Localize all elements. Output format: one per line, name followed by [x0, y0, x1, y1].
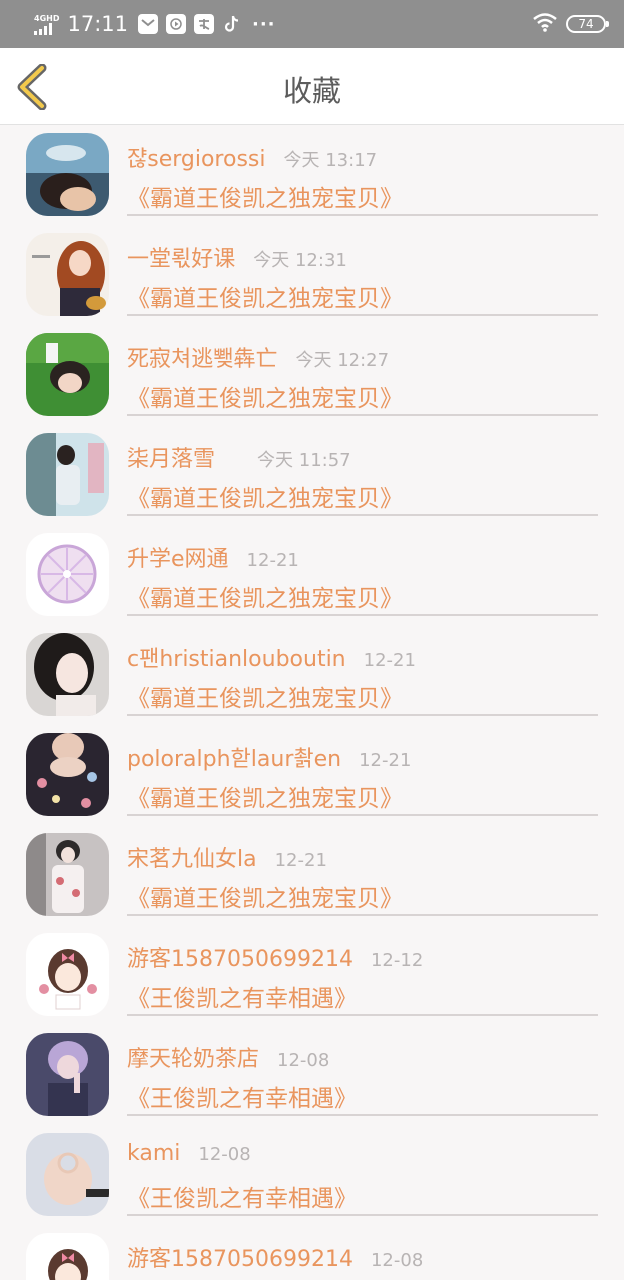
- book-title[interactable]: 《霸道王俊凯之独宠宝贝》: [127, 879, 403, 913]
- username: 升学e网通: [127, 547, 229, 572]
- avatar[interactable]: [26, 233, 109, 316]
- username: kami: [127, 1141, 181, 1166]
- avatar[interactable]: [26, 933, 109, 1016]
- timestamp: 12-08: [370, 1250, 424, 1271]
- book-title[interactable]: 《霸道王俊凯之独宠宝贝》: [127, 379, 403, 413]
- list-item[interactable]: c팬hristianlouboutin 12-21 《霸道王俊凯之独宠宝贝》: [0, 625, 624, 725]
- timestamp: 12-21: [363, 650, 416, 671]
- username: c팬hristianlouboutin: [127, 647, 346, 672]
- username: 쟎sergiorossi: [127, 147, 266, 172]
- avatar[interactable]: [26, 833, 109, 916]
- list-item[interactable]: 宋茗九仙女la 12-21 《霸道王俊凯之独宠宝贝》: [0, 825, 624, 925]
- timestamp: 今天 12:27: [295, 350, 390, 371]
- username: 死寂쳐逃뾎犇亡: [127, 347, 278, 372]
- timestamp: 今天 13:17: [283, 150, 378, 171]
- avatar[interactable]: [26, 533, 109, 616]
- timestamp: 今天 11:57: [257, 450, 351, 471]
- book-title[interactable]: 《霸道王俊凯之独宠宝贝》: [127, 779, 403, 813]
- clock: 17:11: [67, 12, 128, 36]
- list-item[interactable]: poloralph핟laur촭en 12-21 《霸道王俊凯之独宠宝贝》: [0, 725, 624, 825]
- username: poloralph핟laur촭en: [127, 747, 342, 772]
- avatar[interactable]: [26, 1133, 109, 1216]
- battery-indicator: 74: [566, 15, 609, 33]
- wifi-icon: [532, 12, 558, 36]
- book-title[interactable]: 《霸道王俊凯之独宠宝贝》: [127, 179, 403, 213]
- list-item[interactable]: kami 12-08 《王俊凯之有幸相遇》: [0, 1125, 624, 1225]
- book-title[interactable]: 《霸道王俊凯之独宠宝贝》: [127, 579, 403, 613]
- network-type: 4GHD: [34, 13, 60, 23]
- list-item[interactable]: 游客1587050699214 12-12 《王俊凯之有幸相遇》: [0, 925, 624, 1025]
- more-notifications-icon: ···: [252, 13, 276, 35]
- username: 游客1587050699214: [127, 947, 353, 972]
- list-item[interactable]: 升学e网通 12-21 《霸道王俊凯之独宠宝贝》: [0, 525, 624, 625]
- status-bar: 4GHD 17:11 ··· 74: [0, 0, 624, 48]
- username: 宋茗九仙女la: [127, 847, 257, 872]
- list-item[interactable]: 游客1587050699214 12-08: [0, 1225, 624, 1280]
- book-title[interactable]: 《王俊凯之有幸相遇》: [127, 979, 357, 1013]
- video-play-icon: [166, 14, 186, 34]
- avatar[interactable]: [26, 433, 109, 516]
- header: 收藏: [0, 48, 624, 125]
- avatar[interactable]: [26, 333, 109, 416]
- payment-app-icon: [194, 14, 214, 34]
- avatar[interactable]: [26, 1033, 109, 1116]
- list-item[interactable]: 柒月落雪 今天 11:57 《霸道王俊凯之独宠宝贝》: [0, 425, 624, 525]
- book-title[interactable]: 《霸道王俊凯之独宠宝贝》: [127, 279, 403, 313]
- book-title[interactable]: 《王俊凯之有幸相遇》: [127, 1179, 357, 1213]
- username: 柒月落雪: [127, 447, 216, 472]
- timestamp: 12-12: [370, 950, 424, 971]
- list-item[interactable]: 摩天轮奶茶店 12-08 《王俊凯之有幸相遇》: [0, 1025, 624, 1125]
- timestamp: 12-21: [359, 750, 412, 771]
- avatar[interactable]: [26, 133, 109, 216]
- timestamp: 12-08: [277, 1050, 330, 1071]
- avatar[interactable]: [26, 633, 109, 716]
- username: 游客1587050699214: [127, 1247, 353, 1272]
- book-title[interactable]: 《霸道王俊凯之独宠宝贝》: [127, 679, 403, 713]
- tiktok-icon: [222, 14, 242, 34]
- timestamp: 12-08: [198, 1144, 251, 1165]
- cellular-signal-icon: 4GHD: [34, 14, 59, 35]
- list-item[interactable]: 一堂뢳好课 今天 12:31 《霸道王俊凯之独宠宝贝》: [0, 225, 624, 325]
- list-item[interactable]: 쟎sergiorossi 今天 13:17 《霸道王俊凯之独宠宝贝》: [0, 125, 624, 225]
- favorites-list: 쟎sergiorossi 今天 13:17 《霸道王俊凯之独宠宝贝》 一堂뢳好课…: [0, 125, 624, 1280]
- notification-icons: ···: [138, 14, 276, 35]
- list-item[interactable]: 死寂쳐逃뾎犇亡 今天 12:27 《霸道王俊凯之独宠宝贝》: [0, 325, 624, 425]
- username: 一堂뢳好课: [127, 247, 236, 272]
- mail-icon: [138, 14, 158, 34]
- avatar[interactable]: [26, 1233, 109, 1280]
- username: 摩天轮奶茶店: [127, 1047, 260, 1072]
- avatar[interactable]: [26, 733, 109, 816]
- book-title[interactable]: 《王俊凯之有幸相遇》: [127, 1079, 357, 1113]
- book-title[interactable]: 《霸道王俊凯之独宠宝贝》: [127, 479, 403, 513]
- timestamp: 12-21: [274, 850, 327, 871]
- page-title: 收藏: [282, 74, 341, 108]
- timestamp: 12-21: [246, 550, 299, 571]
- timestamp: 今天 12:31: [253, 250, 347, 271]
